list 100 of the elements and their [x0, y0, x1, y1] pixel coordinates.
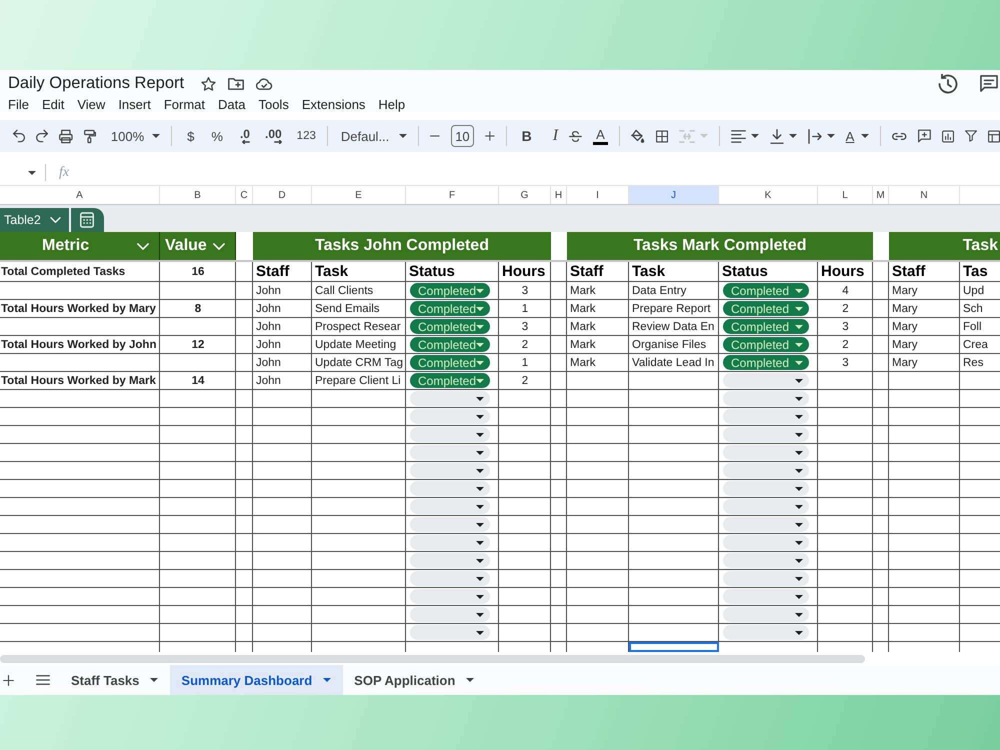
status-dropdown[interactable] [723, 499, 809, 514]
wrap-dropdown[interactable] [808, 128, 835, 144]
status-dropdown[interactable]: Completed [410, 301, 490, 316]
percent-button[interactable]: % [211, 128, 223, 144]
status-dropdown[interactable] [723, 373, 809, 388]
align-dropdown[interactable] [730, 130, 759, 142]
status-dropdown[interactable] [410, 553, 490, 568]
status-dropdown[interactable] [410, 535, 490, 550]
status-dropdown[interactable] [410, 499, 490, 514]
status-dropdown[interactable] [723, 535, 809, 550]
sheet-tab[interactable]: Summary Dashboard [170, 665, 344, 695]
status-dropdown[interactable] [723, 427, 809, 442]
status-dropdown[interactable]: Completed [723, 301, 809, 316]
menu-item[interactable]: Format [164, 97, 205, 112]
column-header[interactable]: H [551, 186, 567, 204]
folder-icon[interactable] [228, 78, 244, 90]
status-dropdown[interactable] [723, 553, 809, 568]
paint-bucket-icon[interactable] [630, 128, 645, 144]
menu-item[interactable]: File [8, 97, 29, 112]
minus-icon[interactable] [430, 135, 440, 137]
status-dropdown[interactable] [410, 571, 490, 586]
column-header[interactable]: L [818, 186, 873, 204]
status-dropdown[interactable] [723, 481, 809, 496]
status-dropdown[interactable] [723, 607, 809, 622]
status-dropdown[interactable]: Completed [410, 319, 490, 334]
status-dropdown[interactable]: Completed [723, 283, 809, 298]
status-dropdown[interactable] [410, 589, 490, 604]
redo-icon[interactable] [36, 128, 48, 144]
cloud-icon[interactable] [256, 78, 274, 90]
chart-icon[interactable] [942, 128, 954, 144]
link-icon[interactable] [892, 132, 907, 140]
status-dropdown[interactable] [410, 409, 490, 424]
column-header[interactable]: A [0, 186, 160, 204]
plus-icon[interactable] [484, 130, 495, 142]
vertical-align-dropdown[interactable] [770, 128, 797, 144]
chevron-down-icon[interactable] [213, 242, 225, 250]
status-dropdown[interactable] [410, 391, 490, 406]
bold-button[interactable]: B [522, 128, 532, 144]
status-dropdown[interactable]: Completed [410, 373, 490, 388]
selected-cell[interactable] [629, 642, 719, 652]
currency-button[interactable]: $ [187, 128, 194, 144]
comment-icon[interactable] [980, 75, 998, 92]
column-header[interactable]: C [236, 186, 253, 204]
zoom-dropdown[interactable]: 100% [110, 128, 160, 144]
borders-icon[interactable] [656, 128, 668, 144]
text-rotation-dropdown[interactable]: A [846, 128, 870, 144]
history-icon[interactable] [938, 74, 958, 94]
status-dropdown[interactable] [723, 391, 809, 406]
column-header[interactable]: K [719, 186, 818, 204]
table-icon[interactable] [988, 128, 1000, 144]
menu-item[interactable]: Edit [42, 97, 64, 112]
table-name-tab[interactable]: Table2 [0, 208, 69, 232]
number-format-button[interactable]: 123 [296, 130, 316, 142]
italic-button[interactable]: I [552, 127, 558, 145]
decrease-decimal-button[interactable]: .0 [240, 128, 250, 144]
menu-item[interactable]: Insert [118, 97, 151, 112]
sheet-tab[interactable]: Staff Tasks [60, 665, 170, 695]
chevron-down-icon[interactable] [137, 242, 149, 250]
status-dropdown[interactable] [723, 409, 809, 424]
menu-icon[interactable] [36, 675, 50, 685]
column-header[interactable]: N [889, 186, 960, 204]
status-dropdown[interactable] [723, 589, 809, 604]
status-dropdown[interactable] [723, 463, 809, 478]
status-dropdown[interactable] [410, 463, 490, 478]
status-dropdown[interactable]: Completed [723, 355, 809, 370]
filter-icon[interactable] [964, 129, 977, 143]
column-header[interactable]: E [312, 186, 406, 204]
menu-item[interactable]: Data [218, 97, 246, 112]
status-dropdown[interactable] [723, 445, 809, 460]
paint-roller-icon[interactable] [84, 128, 96, 144]
status-dropdown[interactable] [410, 445, 490, 460]
menu-item[interactable]: View [77, 97, 106, 112]
status-dropdown[interactable] [410, 625, 490, 640]
column-header[interactable]: M [873, 186, 889, 204]
menu-item[interactable]: Extensions [302, 97, 366, 112]
font-size-field[interactable]: 10 [450, 125, 474, 147]
status-dropdown[interactable] [723, 571, 809, 586]
star-icon[interactable] [201, 76, 216, 90]
text-color-button[interactable]: A [592, 128, 608, 144]
status-dropdown[interactable] [410, 427, 490, 442]
status-dropdown[interactable]: Completed [410, 355, 490, 370]
font-dropdown[interactable]: Defaul... [340, 128, 408, 144]
sheet-tab[interactable]: SOP Application [343, 665, 486, 695]
status-dropdown[interactable]: Completed [723, 337, 809, 352]
status-dropdown[interactable] [723, 517, 809, 532]
column-header[interactable]: J [629, 186, 719, 204]
column-header[interactable]: F [406, 186, 499, 204]
horizontal-scrollbar[interactable] [0, 654, 865, 662]
column-header[interactable]: D [253, 186, 312, 204]
print-icon[interactable] [59, 128, 73, 144]
menu-item[interactable]: Tools [258, 97, 289, 112]
add-comment-icon[interactable] [918, 128, 931, 144]
plus-icon[interactable] [3, 674, 14, 686]
undo-icon[interactable] [13, 128, 26, 144]
column-header[interactable]: G [499, 186, 551, 204]
status-dropdown[interactable]: Completed [410, 337, 490, 352]
increase-decimal-button[interactable]: .00 [264, 128, 282, 144]
document-title[interactable]: Daily Operations Report [8, 74, 184, 93]
status-dropdown[interactable] [410, 517, 490, 532]
status-dropdown[interactable]: Completed [723, 319, 809, 334]
